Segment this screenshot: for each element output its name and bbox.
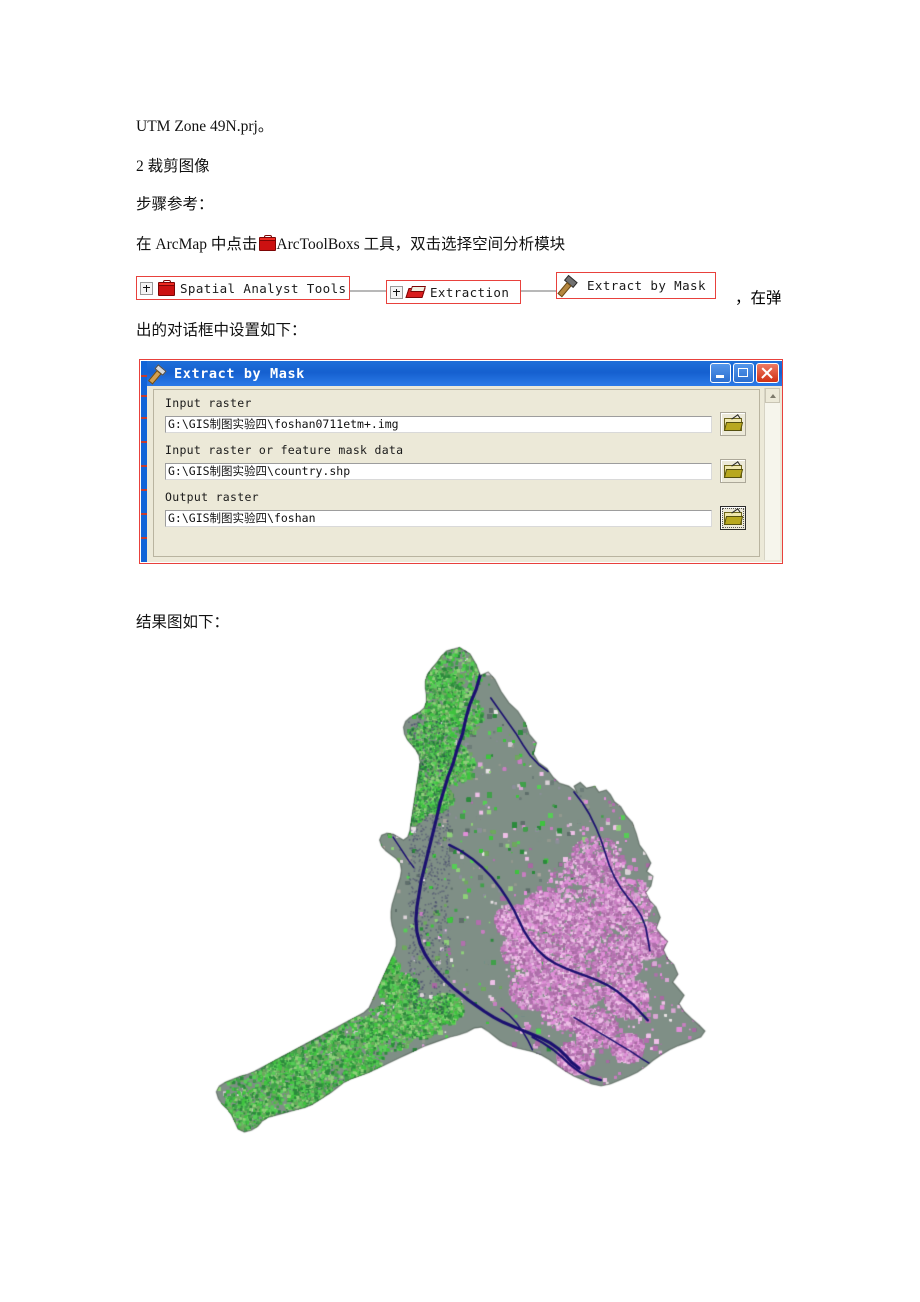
dialog-body: Input raster G:\GIS制图实验四\foshan0711etm+.…	[147, 386, 782, 562]
text-line-utm: UTM Zone 49N.prj。	[136, 118, 274, 135]
tool-node-extract-by-mask[interactable]: Extract by Mask	[556, 272, 716, 299]
text-line-steps: 步骤参考：	[136, 196, 214, 213]
dialog-scrollbar[interactable]	[764, 388, 780, 560]
mask-data-field[interactable]: G:\GIS制图实验四\country.shp	[165, 462, 712, 480]
connector-line-2	[521, 290, 556, 292]
text-after-tool-path: ，在弹	[735, 290, 782, 307]
red-extraction-icon	[405, 285, 426, 299]
output-raster-browse-button[interactable]	[720, 506, 746, 530]
red-toolbox-icon	[258, 235, 277, 252]
mask-data-label: Input raster or feature mask data	[165, 443, 404, 457]
arcmap-prefix-text: 在 ArcMap 中点击	[136, 236, 258, 253]
dialog-title-bar[interactable]: Extract by Mask	[147, 361, 782, 386]
tool-node-label: Spatial Analyst Tools	[180, 280, 347, 296]
mask-data-row: G:\GIS制图实验四\country.shp	[165, 459, 782, 483]
expander-plus-icon[interactable]	[390, 285, 403, 299]
mask-data-browse-button[interactable]	[720, 459, 746, 483]
hammer-tool-icon	[557, 274, 582, 297]
result-map-figure	[210, 645, 730, 1135]
open-folder-icon	[723, 461, 744, 478]
arcmap-suffix-text: ArcToolBoxs 工具，双击选择空间分析模块	[276, 236, 566, 253]
maximize-button[interactable]	[733, 363, 754, 383]
tool-path-row: Spatial Analyst Tools Extraction Extract…	[136, 272, 906, 308]
output-raster-field[interactable]: G:\GIS制图实验四\foshan	[165, 509, 712, 527]
tool-node-extraction[interactable]: Extraction	[386, 280, 521, 304]
extract-by-mask-dialog: Extract by Mask Input raster G:\GIS制图实验四…	[147, 361, 782, 562]
extract-by-mask-dialog-annotation: Extract by Mask Input raster G:\GIS制图实验四…	[139, 359, 783, 564]
clipped-raster-image	[210, 645, 730, 1135]
text-line-dialog-intro: 出的对话框中设置如下：	[136, 322, 307, 339]
text-line-arcmap: 在 ArcMap 中点击 ArcToolBoxs 工具，双击选择空间分析模块	[136, 235, 566, 255]
tool-node-spatial-analyst-tools[interactable]: Spatial Analyst Tools	[136, 276, 350, 300]
document-page: UTM Zone 49N.prj。 2 裁剪图像 步骤参考： 在 ArcMap …	[0, 0, 920, 1302]
red-toolbox-icon	[157, 279, 175, 296]
output-raster-row: G:\GIS制图实验四\foshan	[165, 506, 782, 530]
text-line-section-heading: 2 裁剪图像	[136, 158, 210, 175]
close-button[interactable]	[756, 363, 779, 383]
output-raster-label: Output raster	[165, 490, 259, 504]
hammer-tool-icon	[148, 364, 170, 385]
tool-node-label: Extract by Mask	[587, 278, 706, 293]
connector-line-1	[350, 290, 386, 292]
expander-plus-icon[interactable]	[140, 281, 153, 295]
scroll-up-arrow-icon[interactable]	[765, 388, 780, 403]
input-raster-field[interactable]: G:\GIS制图实验四\foshan0711etm+.img	[165, 415, 712, 433]
dialog-title-text: Extract by Mask	[174, 365, 305, 382]
window-buttons	[710, 363, 779, 383]
open-folder-icon	[723, 508, 744, 525]
input-raster-row: G:\GIS制图实验四\foshan0711etm+.img	[165, 412, 782, 436]
input-raster-browse-button[interactable]	[720, 412, 746, 436]
open-folder-icon	[723, 414, 744, 431]
text-line-result-caption: 结果图如下：	[136, 614, 230, 631]
tool-node-label: Extraction	[430, 284, 510, 300]
input-raster-label: Input raster	[165, 396, 252, 410]
minimize-button[interactable]	[710, 363, 731, 383]
